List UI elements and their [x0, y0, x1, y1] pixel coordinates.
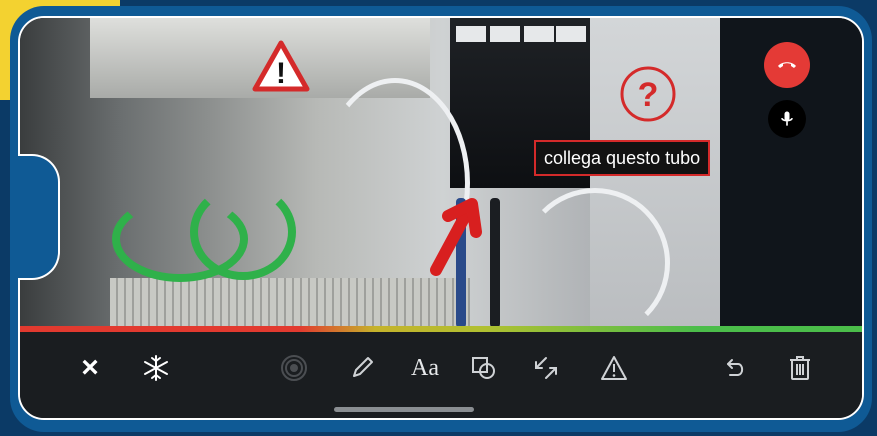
square-circle-icon	[472, 357, 495, 379]
camera-feed[interactable]: ! ? collega questo tubo	[20, 18, 862, 340]
hangup-button[interactable]	[764, 42, 810, 88]
microphone-icon	[781, 111, 793, 126]
close-button[interactable]: ×	[72, 350, 108, 386]
trash-icon	[790, 356, 810, 380]
snowflake-icon	[144, 355, 168, 381]
svg-text:?: ?	[638, 76, 659, 114]
warning-annotation-icon[interactable]: !	[252, 40, 310, 92]
video-call-screen: ! ? collega questo tubo × Aa	[18, 16, 864, 420]
module-label	[524, 26, 554, 42]
pen-tool-button[interactable]	[344, 350, 380, 386]
close-icon: ×	[81, 351, 99, 384]
arrow-tool-button[interactable]	[528, 350, 564, 386]
arrows-icon	[535, 357, 557, 379]
delete-button[interactable]	[782, 350, 818, 386]
warning-tool-button[interactable]	[596, 350, 632, 386]
annotation-text-label[interactable]: collega questo tubo	[534, 140, 711, 176]
device-side-notch	[18, 154, 60, 280]
svg-text:!: !	[276, 57, 286, 90]
pointer-tool-button[interactable]	[276, 350, 312, 386]
target-icon	[281, 355, 307, 381]
phone-hangup-icon	[778, 62, 796, 68]
white-cable	[520, 188, 670, 338]
microphone-button[interactable]	[768, 100, 806, 138]
module-label	[456, 26, 486, 42]
arrow-annotation-icon[interactable]	[424, 196, 494, 276]
freeze-button[interactable]	[138, 350, 174, 386]
home-indicator	[334, 407, 474, 412]
pencil-icon	[353, 357, 373, 377]
text-tool-button[interactable]: Aa	[402, 350, 448, 386]
undo-button[interactable]	[718, 350, 754, 386]
module-label	[490, 26, 520, 42]
module-label	[556, 26, 586, 42]
question-annotation-icon[interactable]: ?	[618, 64, 678, 124]
undo-icon	[727, 359, 744, 376]
text-icon: Aa	[411, 354, 439, 381]
shape-tool-button[interactable]	[466, 350, 502, 386]
green-cable	[190, 184, 296, 280]
warning-icon	[601, 356, 627, 380]
